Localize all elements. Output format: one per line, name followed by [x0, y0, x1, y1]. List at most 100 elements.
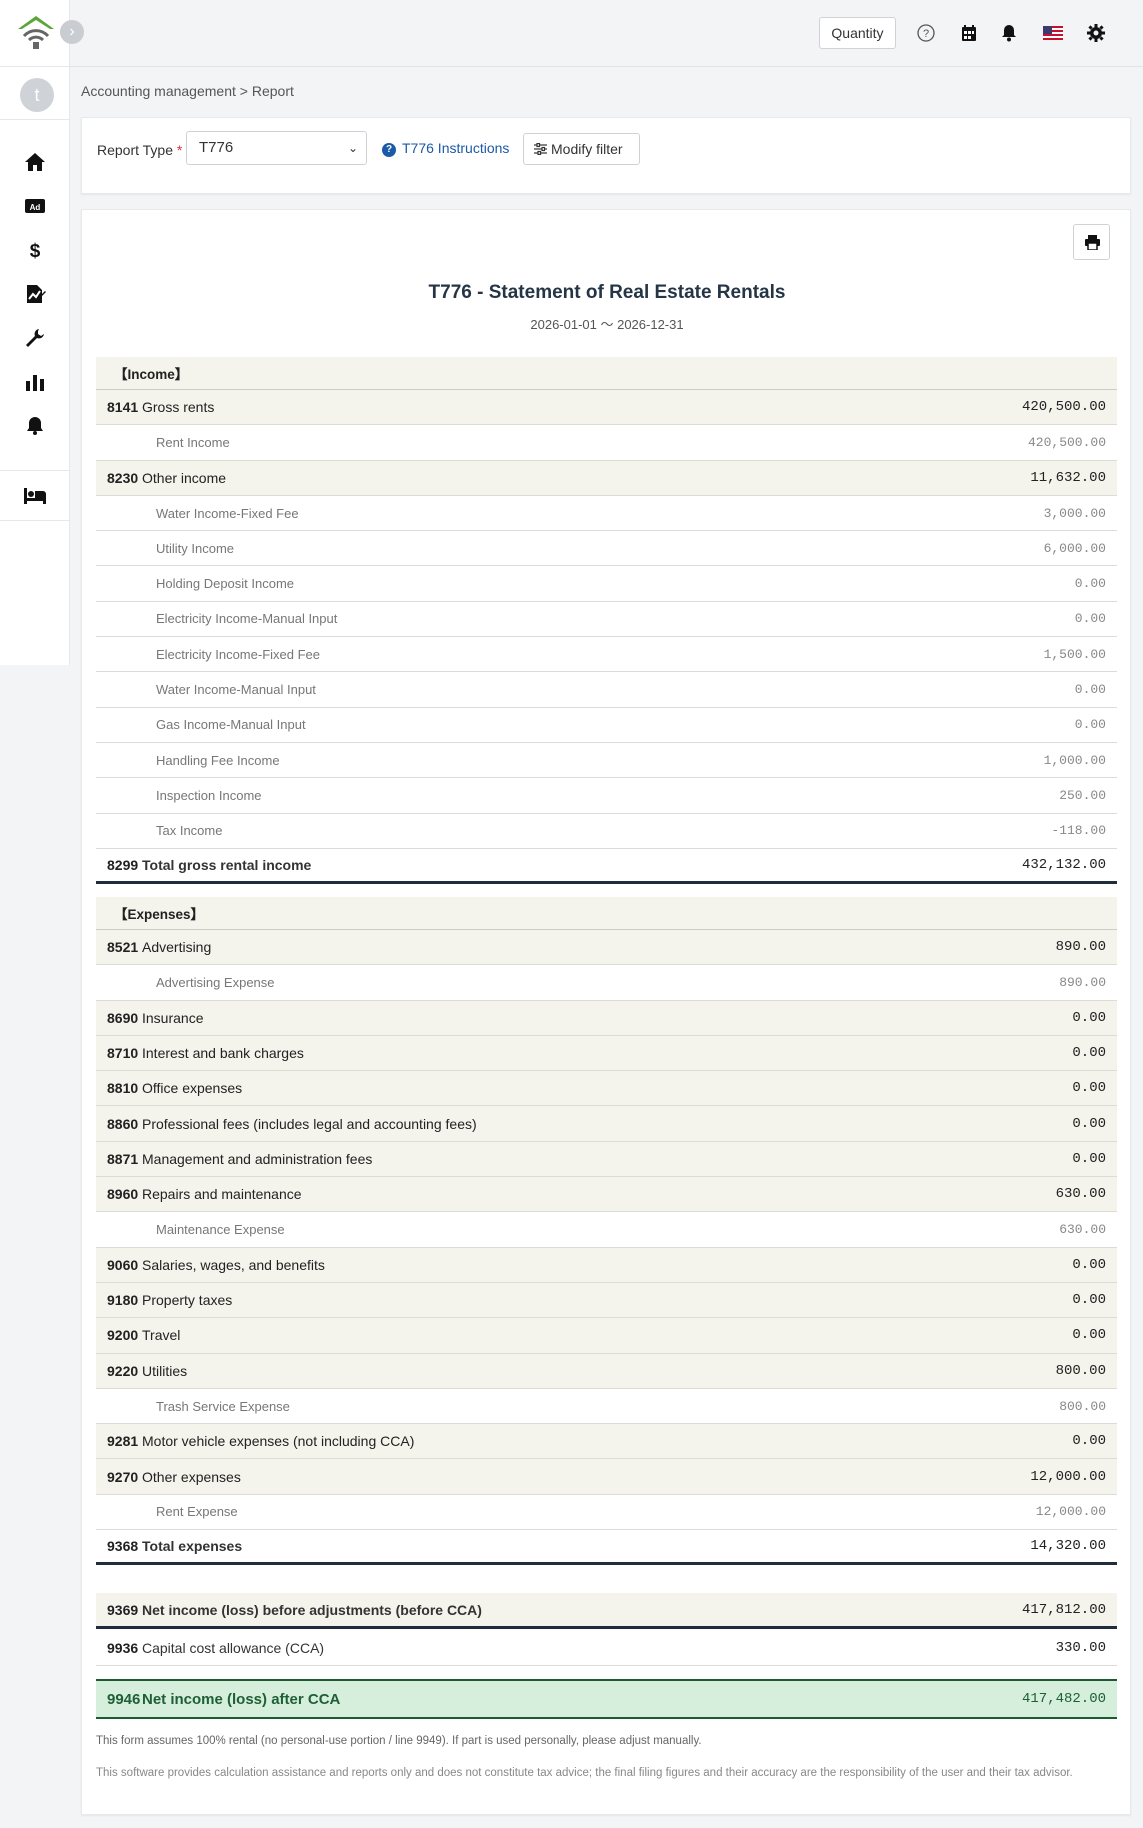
- line-code: 8230: [107, 469, 139, 486]
- sidebar-item-ads[interactable]: Ad: [0, 184, 69, 228]
- help-icon[interactable]: ?: [917, 24, 935, 42]
- line-amount: 14,320.00: [1030, 1538, 1106, 1555]
- line-code: 9060: [107, 1256, 139, 1273]
- chart-file-icon: [27, 285, 46, 303]
- sidebar-item-finance[interactable]: $: [0, 228, 69, 272]
- required-mark: *: [176, 142, 183, 158]
- home-icon: [25, 153, 45, 171]
- breadcrumb-separator: >: [239, 83, 248, 99]
- breadcrumb-current: Report: [251, 83, 294, 99]
- category-row: 9270 Other expenses 12,000.00: [96, 1459, 1117, 1495]
- sidebar-item-accounting[interactable]: [0, 272, 69, 316]
- category-row: 9060 Salaries, wages, and benefits 0.00: [96, 1247, 1117, 1283]
- line-amount: 0.00: [1072, 1256, 1106, 1273]
- print-icon: [1085, 235, 1100, 250]
- breadcrumb-root[interactable]: Accounting management: [81, 83, 236, 99]
- category-row: 8710 Interest and bank charges 0.00: [96, 1035, 1117, 1072]
- line-amount: 417,812.00: [1021, 1601, 1106, 1618]
- sidebar: › t Ad $: [0, 0, 84, 665]
- line-amount: 0.00: [1072, 1150, 1106, 1167]
- instructions-link[interactable]: ? T776 Instructions: [382, 140, 509, 157]
- line-label: Net income (loss) before adjustments (be…: [142, 1601, 482, 1618]
- line-code: 9281: [107, 1433, 139, 1450]
- quantity-button[interactable]: Quantity: [819, 17, 896, 49]
- line-amount: 890.00: [1055, 939, 1106, 956]
- line-code: 8710: [107, 1045, 139, 1062]
- us-flag-icon[interactable]: [1043, 26, 1063, 40]
- line-amount: 12,000.00: [1035, 1504, 1106, 1520]
- line-label: Gross rents: [142, 399, 215, 416]
- breadcrumb: Accounting management > Report: [81, 83, 294, 99]
- report-title: T776 - Statement of Real Estate Rentals: [428, 282, 786, 303]
- line-label: Inspection Income: [156, 787, 262, 803]
- line-amount: 0.00: [1074, 611, 1106, 627]
- income-rows: 8141 Gross rents 420,500.00 Rent Income 420,…: [96, 390, 1117, 885]
- report-type-label-text: Report Type: [97, 142, 174, 158]
- svg-text:$: $: [30, 241, 41, 260]
- line-label: Holding Deposit Income: [156, 576, 295, 592]
- line-code: 8141: [107, 399, 139, 416]
- line-label: Capital cost allowance (CCA): [142, 1639, 325, 1656]
- line-amount: 3,000.00: [1043, 505, 1106, 521]
- sidebar-item-home[interactable]: [0, 140, 69, 184]
- line-amount: 12,000.00: [1030, 1468, 1106, 1485]
- cca-row: 9936 Capital cost allowance (CCA) 330.00: [96, 1630, 1117, 1666]
- question-circle-icon: ?: [382, 143, 396, 157]
- line-amount: 250.00: [1059, 787, 1106, 803]
- line-code: 8690: [107, 1009, 139, 1026]
- expenses-header-label: 【Expenses】: [114, 907, 205, 922]
- category-row: 9200 Travel 0.00: [96, 1318, 1117, 1354]
- line-label: Net income (loss) after CCA: [142, 1690, 341, 1708]
- line-code: 9180: [107, 1292, 139, 1309]
- line-code: 8810: [107, 1080, 139, 1097]
- print-button[interactable]: [1073, 224, 1110, 260]
- line-code: 8871: [107, 1150, 139, 1167]
- notifications-bell-icon[interactable]: [1000, 24, 1018, 42]
- bar-chart-icon: [26, 375, 44, 391]
- category-row: 8960 Repairs and maintenance 630.00: [96, 1177, 1117, 1213]
- total-row: 9368 Total expenses 14,320.00: [96, 1530, 1117, 1566]
- svg-text:Ad: Ad: [30, 203, 41, 212]
- calendar-icon[interactable]: [961, 24, 977, 42]
- sidebar-item-maintenance[interactable]: [0, 316, 69, 360]
- line-amount: 0.00: [1074, 717, 1106, 733]
- sidebar-toggle-button[interactable]: ›: [60, 20, 84, 44]
- line-label: Advertising Expense: [156, 974, 275, 990]
- line-amount: 630.00: [1059, 1222, 1106, 1238]
- expenses-table: 【Expenses】 8521 Advertising 890.00 Advertis…: [96, 897, 1117, 1566]
- net-before-cca-row: 9369 Net income (loss) before adjustment…: [96, 1593, 1117, 1629]
- sidebar-item-notifications[interactable]: [0, 404, 69, 448]
- category-row: 8230 Other income 11,632.00: [96, 460, 1117, 496]
- settings-gear-icon[interactable]: [1087, 24, 1105, 42]
- report-type-value: T776: [199, 139, 234, 156]
- sub-line-row: Gas Income-Manual Input 0.00: [96, 707, 1117, 743]
- line-label: Tax Income: [156, 823, 223, 839]
- sidebar-item-reports[interactable]: [0, 360, 69, 404]
- line-amount: 417,482.00: [1021, 1691, 1106, 1707]
- bell-icon: [27, 417, 43, 435]
- wrench-icon: [26, 329, 44, 347]
- line-label: Professional fees (includes legal and ac…: [142, 1115, 477, 1132]
- line-code: 9270: [107, 1468, 139, 1485]
- line-amount: 0.00: [1072, 1115, 1106, 1132]
- line-label: Handling Fee Income: [156, 752, 280, 768]
- sub-line-row: Rent Expense 12,000.00: [96, 1494, 1117, 1531]
- avatar[interactable]: t: [20, 78, 54, 112]
- modify-filter-button[interactable]: Modify filter: [523, 133, 640, 165]
- user-area: t: [0, 67, 69, 120]
- line-label: Utility Income: [156, 540, 235, 556]
- sidebar-item-rooms[interactable]: [0, 471, 69, 521]
- line-label: Travel: [142, 1327, 181, 1344]
- line-amount: 0.00: [1072, 1080, 1106, 1097]
- category-row: 8860 Professional fees (includes legal an…: [96, 1106, 1117, 1142]
- sub-line-row: Water Income-Fixed Fee 3,000.00: [96, 495, 1117, 532]
- line-label: Repairs and maintenance: [142, 1186, 302, 1203]
- line-code: 9368: [107, 1538, 139, 1555]
- sub-line-row: Utility Income 6,000.00: [96, 531, 1117, 567]
- line-code: 9200: [107, 1327, 139, 1344]
- income-table: 【Income】 8141 Gross rents 420,500.00 Rent I…: [96, 357, 1117, 885]
- category-row: 9180 Property taxes 0.00: [96, 1282, 1117, 1319]
- report-panel: T776 - Statement of Real Estate Rentals …: [81, 209, 1131, 1815]
- report-type-select[interactable]: T776 ⌄: [186, 131, 367, 165]
- line-amount: 6,000.00: [1043, 540, 1106, 556]
